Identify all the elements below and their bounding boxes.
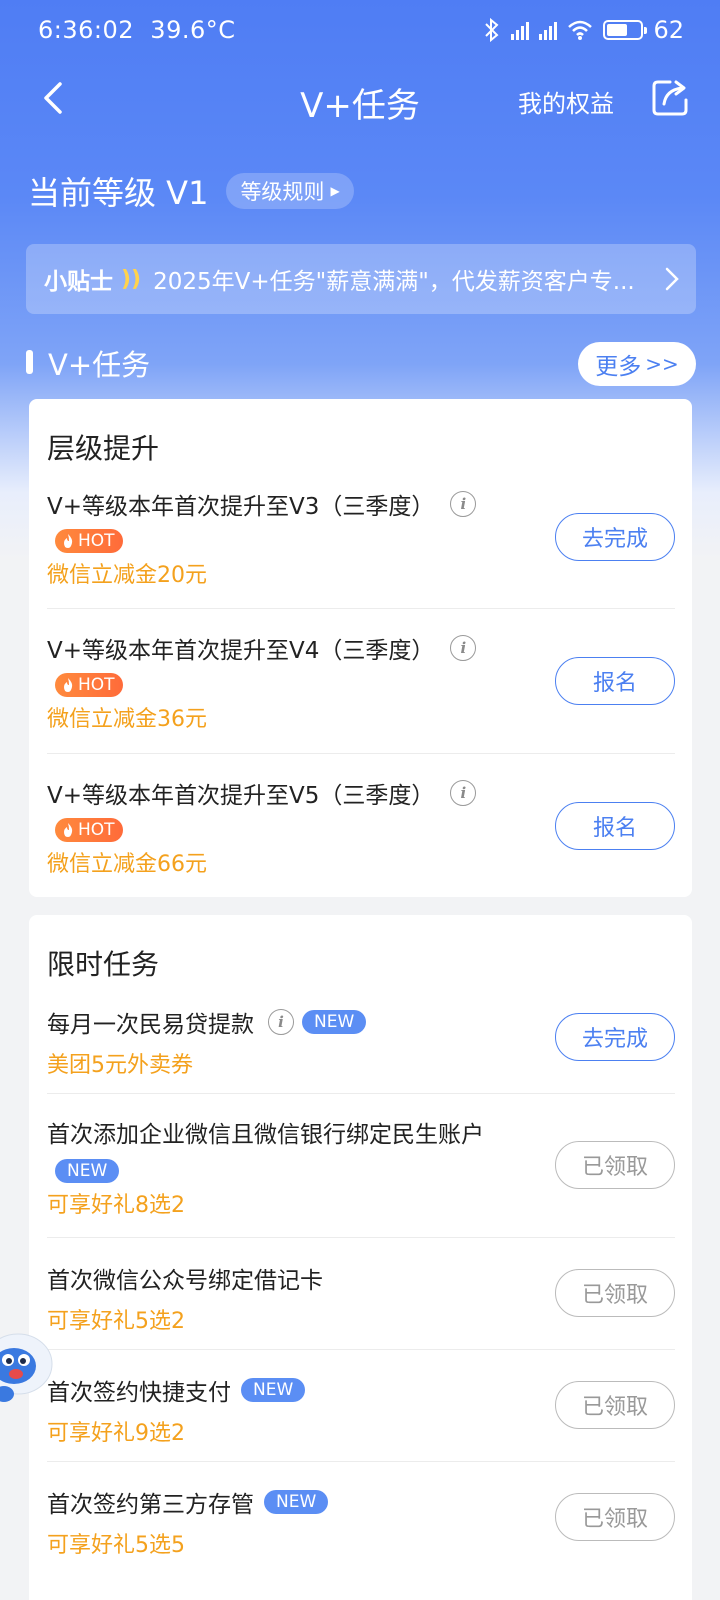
task-action-button[interactable]: 报名 bbox=[555, 802, 675, 850]
task-reward: 微信立减金66元 bbox=[47, 852, 207, 877]
share-icon[interactable] bbox=[648, 76, 692, 120]
status-temperature: 39.6°C bbox=[150, 16, 236, 44]
card-title: 层级提升 bbox=[47, 432, 160, 465]
card-title: 限时任务 bbox=[47, 948, 160, 981]
task-reward: 可享好礼8选2 bbox=[47, 1193, 185, 1218]
divider bbox=[47, 1093, 675, 1094]
info-icon[interactable]: i bbox=[450, 491, 477, 517]
flame-icon bbox=[64, 678, 73, 692]
new-badge: NEW bbox=[302, 1010, 367, 1034]
task-action-button[interactable]: 去完成 bbox=[555, 1013, 675, 1061]
info-icon[interactable]: i bbox=[268, 1009, 294, 1035]
wifi-icon bbox=[568, 20, 593, 40]
badge-label: HOT bbox=[78, 531, 115, 551]
task-name: V+等级本年首次提升至V5（三季度） bbox=[47, 783, 435, 809]
double-chevron-icon: >> bbox=[645, 352, 679, 376]
task-action-button[interactable]: 已领取 bbox=[555, 1141, 675, 1189]
section-marker bbox=[26, 350, 33, 374]
new-badge: NEW bbox=[55, 1159, 120, 1183]
new-badge: NEW bbox=[241, 1378, 306, 1402]
level-rules-button[interactable]: 等级规则 ▶ bbox=[226, 173, 354, 209]
more-button[interactable]: 更多 >> bbox=[578, 342, 696, 386]
battery-icon bbox=[603, 20, 648, 40]
status-time: 6:36:02 bbox=[38, 16, 135, 44]
level-up-card: 层级提升 V+等级本年首次提升至V3（三季度） i HOT 微信立减金20元 去完… bbox=[29, 399, 692, 897]
task-name: 首次添加企业微信且微信银行绑定民生账户 bbox=[47, 1122, 484, 1148]
signal-icon-2 bbox=[539, 20, 558, 40]
current-level-label: 当前等级 V1 bbox=[28, 174, 209, 212]
triangle-right-icon: ▶ bbox=[330, 184, 340, 198]
info-icon[interactable]: i bbox=[450, 780, 477, 806]
task-action-button[interactable]: 去完成 bbox=[555, 513, 675, 561]
task-item: V+等级本年首次提升至V3（三季度） i HOT 微信立减金20元 去完成 bbox=[47, 487, 675, 588]
level-rules-label: 等级规则 bbox=[240, 180, 325, 204]
task-action-button[interactable]: 已领取 bbox=[555, 1269, 675, 1317]
hot-badge: HOT bbox=[55, 529, 123, 553]
chevron-right-icon bbox=[665, 267, 679, 291]
limited-tasks-card: 限时任务 每月一次民易贷提款 i NEW 美团5元外卖券 去完成 首次添加企业微信且… bbox=[29, 915, 692, 1600]
task-name: 每月一次民易贷提款 bbox=[47, 1012, 254, 1038]
battery-percent: 62 bbox=[653, 16, 684, 44]
divider bbox=[47, 753, 675, 754]
task-item: V+等级本年首次提升至V4（三季度） i HOT 微信立减金36元 报名 bbox=[47, 631, 675, 732]
divider bbox=[47, 1237, 675, 1238]
task-action-button[interactable]: 报名 bbox=[555, 657, 675, 705]
badge-label: HOT bbox=[78, 675, 115, 695]
task-reward: 微信立减金20元 bbox=[47, 563, 207, 588]
signal-icon bbox=[511, 20, 530, 40]
flame-icon bbox=[64, 823, 73, 837]
task-item: 每月一次民易贷提款 i NEW 美团5元外卖券 去完成 bbox=[47, 1005, 675, 1078]
task-action-button[interactable]: 已领取 bbox=[555, 1381, 675, 1429]
flame-icon bbox=[64, 534, 73, 548]
nav-bar: V+任务 我的权益 bbox=[0, 64, 720, 136]
task-name: V+等级本年首次提升至V4（三季度） bbox=[47, 638, 435, 664]
divider bbox=[47, 608, 675, 609]
current-level: 当前等级 V1 等级规则 ▶ bbox=[28, 168, 354, 214]
hot-badge: HOT bbox=[55, 673, 123, 697]
my-benefits-link[interactable]: 我的权益 bbox=[518, 84, 614, 119]
new-badge: NEW bbox=[264, 1490, 329, 1514]
task-name: 首次微信公众号绑定借记卡 bbox=[47, 1268, 323, 1294]
section-header: V+任务 更多 >> bbox=[26, 338, 696, 392]
mascot-icon[interactable] bbox=[0, 1320, 56, 1408]
more-label: 更多 bbox=[595, 354, 642, 380]
task-reward: 微信立减金36元 bbox=[47, 707, 207, 732]
task-item: 首次添加企业微信且微信银行绑定民生账户 NEW 可享好礼8选2 已领取 bbox=[47, 1115, 675, 1218]
divider bbox=[47, 1461, 675, 1462]
badge-label: HOT bbox=[78, 820, 115, 840]
task-name: 首次签约快捷支付 bbox=[47, 1380, 231, 1406]
sound-wave-icon: )) bbox=[121, 266, 142, 292]
hot-badge: HOT bbox=[55, 818, 123, 842]
section-title: V+任务 bbox=[48, 348, 151, 382]
bluetooth-icon bbox=[485, 18, 499, 42]
tip-banner[interactable]: 小贴士 )) 2025年V+任务"薪意满满"，代发薪资客户专... bbox=[26, 244, 696, 314]
status-bar: 6:36:02 39.6°C 62 bbox=[0, 0, 720, 64]
tip-label: 小贴士 bbox=[44, 269, 113, 295]
task-item: 首次签约第三方存管 NEW 可享好礼5选5 已领取 bbox=[47, 1485, 675, 1558]
task-action-button[interactable]: 已领取 bbox=[555, 1493, 675, 1541]
task-item: 首次微信公众号绑定借记卡 可享好礼5选2 已领取 bbox=[47, 1261, 675, 1334]
tip-text: 2025年V+任务"薪意满满"，代发薪资客户专... bbox=[153, 269, 635, 295]
divider bbox=[47, 1349, 675, 1350]
info-icon[interactable]: i bbox=[450, 635, 477, 661]
task-name: 首次签约第三方存管 bbox=[47, 1492, 254, 1518]
task-item: 首次签约快捷支付 NEW 可享好礼9选2 已领取 bbox=[47, 1373, 675, 1446]
task-item: V+等级本年首次提升至V5（三季度） i HOT 微信立减金66元 报名 bbox=[47, 776, 675, 877]
task-name: V+等级本年首次提升至V3（三季度） bbox=[47, 494, 435, 520]
